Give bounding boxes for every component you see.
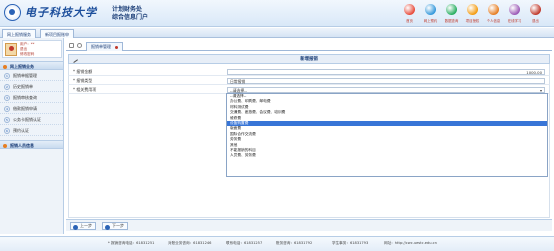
nav-label: 数据查询: [444, 19, 459, 23]
avatar: [5, 43, 17, 56]
sidebar-item[interactable]: 5 公务卡报销认证: [0, 115, 63, 125]
top-nav: 首页 网上预约 数据查询 项目授权 个人信息 在线学习 退出: [399, 2, 546, 23]
dropdown-option[interactable]: 人员费、劳务费: [227, 153, 547, 158]
amount-label: * 报销金额: [73, 69, 93, 74]
item-number-badge: 5: [4, 117, 10, 123]
change-password-link[interactable]: 修改密码: [20, 52, 34, 57]
menu-section-personnel[interactable]: 报销人员信息: [0, 140, 63, 149]
sidebar-item-label: 公务卡报销认证: [13, 117, 41, 122]
footer: * 报销咨询电话：61831251 对账业务咨询：61831246 联系电话：6…: [0, 236, 554, 251]
university-logo-text: 电子科技大学: [25, 6, 97, 19]
nav-item-power[interactable]: 退出: [525, 2, 546, 23]
form-row-amount: * 报销金额 1000.00: [68, 68, 550, 76]
item-number-badge: 6: [4, 128, 10, 134]
nav-label: 网上预约: [423, 19, 438, 23]
menu-section-label: 报销人员信息: [10, 143, 34, 148]
nav-label: 在线学习: [507, 19, 522, 23]
key-icon: [467, 4, 478, 15]
item-number-badge: 2: [4, 84, 10, 90]
sidebar-item[interactable]: 1 报销单据管理: [0, 71, 63, 81]
edit-icon: [71, 56, 78, 63]
power-icon: [530, 4, 541, 15]
module-tab-bar: 网上报销服务 新项目报账申: [0, 28, 554, 38]
nav-item-book[interactable]: 在线学习: [504, 2, 525, 23]
nav-item-calendar[interactable]: 网上预约: [420, 2, 441, 23]
sidebar: 用户：** 退出 修改密码 网上报销业务 1 报销单据管理 2 历史报销单 3 报销审核查…: [0, 38, 64, 234]
expense-item-label: * 相关费用项: [73, 87, 97, 92]
type-label: * 报销类型: [73, 78, 93, 83]
close-icon[interactable]: [115, 45, 119, 49]
nav-label: 个人信息: [486, 19, 501, 23]
home-icon: [404, 4, 415, 15]
footer-contact-5: 学生事务：61831793: [332, 241, 369, 245]
section-bullet-icon: [3, 64, 7, 69]
nav-item-search[interactable]: 数据查询: [441, 2, 462, 23]
portal-title: 综合信息门户: [112, 14, 149, 21]
menu-section-label: 网上报销业务: [10, 64, 34, 69]
sidebar-item[interactable]: 2 历史报销单: [0, 82, 63, 92]
type-field[interactable]: 日常报销: [227, 78, 545, 84]
tab-reimbursement-management[interactable]: 报销单管理: [86, 42, 124, 51]
previous-step-label: 上一步: [80, 223, 92, 228]
form-title: 新增报销: [300, 57, 318, 62]
pager-bar: 上一步 下一步: [66, 219, 552, 231]
arrow-left-icon: [73, 224, 78, 230]
nav-item-key[interactable]: 项目授权: [462, 2, 483, 23]
sidebar-item-label: 历史报销单: [13, 84, 33, 89]
sidebar-item-label: 报销审核查询: [13, 95, 37, 100]
item-number-badge: 3: [4, 95, 10, 101]
content-tab-bar: 报销单管理: [66, 40, 552, 51]
user-panel: 用户：** 退出 修改密码: [2, 40, 62, 58]
footer-website[interactable]: 网址：http://cwc.uestc.edu.cn: [384, 241, 437, 246]
tab-label: 报销单管理: [91, 44, 111, 49]
tab-online-reimbursement[interactable]: 网上报销服务: [2, 29, 36, 38]
tab-new-project[interactable]: 新项目报账申: [40, 29, 74, 38]
nav-item-home[interactable]: 首页: [399, 2, 420, 23]
footer-contact-2: 对账业务咨询：61831246: [168, 241, 212, 245]
expense-item-dropdown: --请选择-- 办公费、印刷费、邮电费 材料测试费 交通费、差旅费、会议费、培训费 维修…: [226, 93, 548, 177]
footer-contact-1: * 报销咨询电话：61831251: [108, 241, 155, 245]
nav-label: 退出: [532, 19, 539, 23]
search-icon: [446, 4, 457, 15]
sidebar-item[interactable]: 4 借款报销申请: [0, 104, 63, 114]
nav-label: 首页: [406, 19, 413, 23]
section-bullet-icon: [3, 143, 7, 148]
nav-label: 项目授权: [465, 19, 480, 23]
next-step-label: 下一步: [112, 223, 124, 228]
sidebar-item[interactable]: 3 报销审核查询: [0, 93, 63, 103]
footer-contact-3: 联系电话：61831257: [226, 241, 263, 245]
stop-icon[interactable]: [77, 43, 82, 48]
sidebar-item-label: 预约认证: [13, 128, 29, 133]
sidebar-item-label: 借款报销申请: [13, 106, 37, 111]
calendar-icon: [425, 4, 436, 15]
amount-input[interactable]: 1000.00: [227, 69, 545, 75]
item-number-badge: 4: [4, 106, 10, 112]
form-row-type: * 报销类型 日常报销: [68, 77, 550, 85]
university-seal-icon: [4, 4, 21, 21]
refresh-icon[interactable]: [69, 43, 74, 48]
footer-contact-4: 账务咨询：61831792: [276, 241, 313, 245]
app-header: 电子科技大学 计划财务处 综合信息门户 首页 网上预约 数据查询 项目授权 个人信息 在线…: [0, 0, 554, 27]
sidebar-item[interactable]: 6 预约认证: [0, 126, 63, 136]
nav-item-user[interactable]: 个人信息: [483, 2, 504, 23]
user-icon: [488, 4, 499, 15]
previous-step-button[interactable]: 上一步: [70, 222, 96, 230]
arrow-right-icon: [105, 224, 110, 230]
item-number-badge: 1: [4, 73, 10, 79]
sidebar-item-label: 报销单据管理: [13, 73, 37, 78]
book-icon: [509, 4, 520, 15]
next-step-button[interactable]: 下一步: [102, 222, 128, 230]
form-header: 新增报销: [68, 54, 550, 64]
menu-section-reimbursement[interactable]: 网上报销业务: [0, 61, 63, 70]
